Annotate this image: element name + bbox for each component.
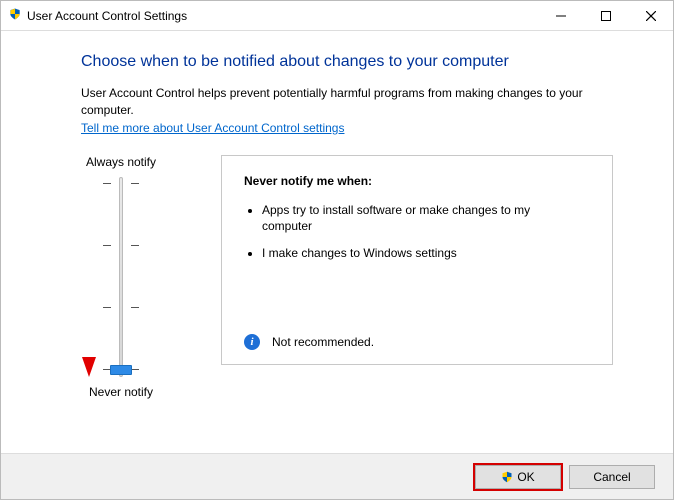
maximize-button[interactable] [583,1,628,30]
slider-thumb[interactable] [110,365,132,375]
info-bullet: I make changes to Windows settings [262,245,590,262]
ok-button[interactable]: OK [475,465,561,489]
info-footer-text: Not recommended. [272,335,374,349]
learn-more-link[interactable]: Tell me more about User Account Control … [81,121,344,135]
slider-column: Always notify Never notify [81,155,161,399]
cancel-button[interactable]: Cancel [569,465,655,489]
uac-shield-icon [501,471,513,483]
content-area: Choose when to be notified about changes… [1,31,673,409]
ok-button-label: OK [517,470,534,484]
button-bar: OK Cancel [1,453,673,499]
close-button[interactable] [628,1,673,30]
info-icon: i [244,334,260,350]
window-title: User Account Control Settings [27,9,187,23]
slider-bottom-label: Never notify [81,385,161,399]
notification-level-slider[interactable] [101,177,141,377]
info-box-title: Never notify me when: [244,174,590,188]
slider-top-label: Always notify [81,155,161,169]
page-description: User Account Control helps prevent poten… [81,85,613,119]
minimize-button[interactable] [538,1,583,30]
page-heading: Choose when to be notified about changes… [81,53,613,71]
info-bullet: Apps try to install software or make cha… [262,202,590,236]
cancel-button-label: Cancel [593,470,630,484]
uac-shield-icon [9,8,21,23]
notification-description-box: Never notify me when: Apps try to instal… [221,155,613,365]
titlebar: User Account Control Settings [1,1,673,31]
